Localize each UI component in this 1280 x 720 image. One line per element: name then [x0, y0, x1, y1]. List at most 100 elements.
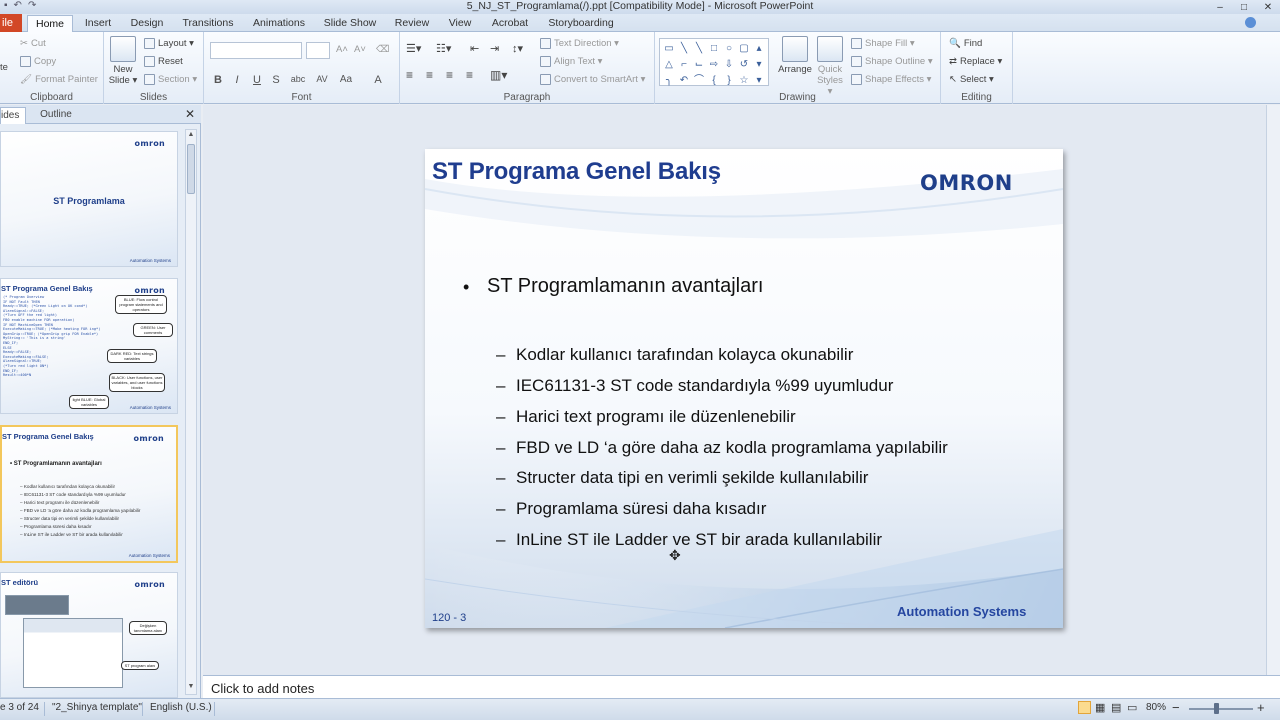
brace-right-shape-icon[interactable]: }	[722, 73, 736, 88]
tab-outline-pane[interactable]: Outline	[34, 107, 78, 124]
line2-shape-icon[interactable]: ╲	[692, 41, 706, 56]
curve-a-shape-icon[interactable]: ╮	[662, 73, 676, 88]
brace-left-shape-icon[interactable]: {	[707, 73, 721, 88]
more-shape-icon[interactable]: ▴	[752, 41, 766, 56]
connector-shape-icon[interactable]: ⌐	[677, 57, 691, 72]
notes-pane[interactable]: Click to add notes	[203, 675, 1280, 698]
slide-thumbnail-1[interactable]: omron ST Programlama Automation Systems	[0, 131, 178, 267]
shape-outline-button[interactable]: Shape Outline ▾	[851, 56, 933, 67]
curve-c-shape-icon[interactable]: ⌒	[692, 73, 706, 88]
shapes-gallery[interactable]: ▭ ╲ ╲ □ ○ ▢ ▴ △ ⌐ ⌙ ⇨ ⇩ ↺ ▾ ╮ ↶ ⌒ { } ☆ …	[659, 38, 769, 86]
justify-button[interactable]: ≡	[466, 68, 473, 82]
elbow-shape-icon[interactable]: ⌙	[692, 57, 706, 72]
close-window-button[interactable]: ✕	[1256, 0, 1280, 14]
oval-shape-icon[interactable]: ○	[722, 41, 736, 56]
replace-button[interactable]: ⇄ Replace ▾	[949, 56, 1002, 67]
current-slide[interactable]: ST Programa Genel Bakış OMRON • ST Progr…	[425, 149, 1063, 628]
tab-animations[interactable]: Animations	[248, 15, 310, 32]
change-case-button[interactable]: Aa	[336, 74, 356, 85]
slide-thumbnail-2[interactable]: ST Programa Genel Bakış omron (* Program…	[0, 278, 178, 414]
font-size-combo[interactable]	[306, 42, 330, 59]
tab-review[interactable]: Review	[390, 15, 434, 32]
arrow-right-shape-icon[interactable]: ⇨	[707, 57, 721, 72]
tab-storyboarding[interactable]: Storyboarding	[544, 15, 618, 32]
scroll-down-shape-icon[interactable]: ▾	[752, 57, 766, 72]
bullets-button[interactable]: ☰▾	[406, 42, 421, 55]
convert-smartart-button[interactable]: Convert to SmartArt ▾	[540, 74, 645, 85]
shape-fill-button[interactable]: Shape Fill ▾	[851, 38, 915, 49]
new-slide-button[interactable]: New Slide ▾	[108, 36, 138, 86]
slide-sorter-icon[interactable]: ▦	[1095, 701, 1105, 714]
format-painter-button[interactable]: 🖌 Format Painter	[20, 74, 98, 85]
slide-thumbnail-3[interactable]: ST Programa Genel Bakış omron • ST Progr…	[0, 425, 178, 563]
slideshow-icon[interactable]: ▭	[1127, 701, 1137, 714]
columns-button[interactable]: ▥▾	[490, 68, 507, 82]
align-left-button[interactable]: ≡	[406, 68, 413, 82]
copy-button[interactable]: Copy	[20, 56, 56, 67]
slide-sub-item[interactable]: Harici text programı ile düzenlenebilir	[516, 407, 796, 427]
underline-button[interactable]: U	[249, 74, 265, 86]
triangle-shape-icon[interactable]: △	[662, 57, 676, 72]
shadow-button[interactable]: abc	[288, 74, 308, 84]
italic-button[interactable]: I	[229, 74, 245, 86]
reading-view-icon[interactable]: ▤	[1111, 701, 1121, 714]
minimize-button[interactable]: –	[1208, 0, 1232, 14]
rectangle-shape-icon[interactable]: □	[707, 41, 721, 56]
layout-button[interactable]: Layout ▾	[144, 38, 194, 49]
slide-title[interactable]: ST Programa Genel Bakış	[432, 158, 721, 186]
char-spacing-button[interactable]: AV	[312, 74, 332, 84]
clear-format-button[interactable]: ⌫	[376, 44, 389, 55]
slide-thumbnail-4[interactable]: ST editörü omron Değişken tanımlama alan…	[0, 572, 178, 698]
slide-sub-item[interactable]: Structer data tipi en verimli şekilde ku…	[516, 468, 868, 488]
star-shape-icon[interactable]: ☆	[737, 73, 751, 88]
grow-font-button[interactable]: A˄	[336, 44, 348, 55]
reset-button[interactable]: Reset	[144, 56, 183, 67]
tab-insert[interactable]: Insert	[78, 15, 118, 32]
language-indicator[interactable]: English (U.S.)	[150, 702, 212, 713]
scroll-up-icon[interactable]: ▲	[186, 131, 196, 141]
textbox-shape-icon[interactable]: ▭	[662, 41, 676, 56]
cut-button[interactable]: ✂ Cut	[20, 38, 46, 49]
shape-effects-button[interactable]: Shape Effects ▾	[851, 74, 931, 85]
close-pane-icon[interactable]: ✕	[185, 107, 195, 121]
align-center-button[interactable]: ≡	[426, 68, 433, 82]
rounded-rect-shape-icon[interactable]: ▢	[737, 41, 751, 56]
scroll-down-icon[interactable]: ▼	[186, 683, 196, 693]
font-color-button[interactable]: A	[370, 74, 386, 86]
decrease-indent-button[interactable]: ⇤	[470, 42, 479, 55]
quick-styles-button[interactable]: Quick Styles ▾	[815, 36, 845, 97]
tab-view[interactable]: View	[444, 15, 476, 32]
help-icon[interactable]	[1245, 17, 1256, 28]
text-direction-button[interactable]: Text Direction ▾	[540, 38, 619, 49]
bold-button[interactable]: B	[210, 74, 226, 86]
tab-slide-show[interactable]: Slide Show	[320, 15, 380, 32]
scroll-thumb[interactable]	[187, 144, 195, 194]
tab-home[interactable]: Home	[27, 15, 73, 32]
slide-sub-item[interactable]: FBD ve LD ‘a göre daha az kodla programl…	[516, 438, 948, 458]
line-spacing-button[interactable]: ↕▾	[512, 42, 523, 55]
align-right-button[interactable]: ≡	[446, 68, 453, 82]
zoom-out-button[interactable]: −	[1172, 700, 1180, 715]
curve-shape-icon[interactable]: ↺	[737, 57, 751, 72]
zoom-slider-knob[interactable]	[1214, 703, 1219, 714]
main-scrollbar[interactable]	[1266, 105, 1280, 675]
line-shape-icon[interactable]: ╲	[677, 41, 691, 56]
section-button[interactable]: Section ▾	[144, 74, 197, 85]
slide-sub-item[interactable]: Programlama süresi daha kısadır	[516, 499, 766, 519]
font-family-combo[interactable]	[210, 42, 302, 59]
align-text-button[interactable]: Align Text ▾	[540, 56, 602, 67]
tab-acrobat[interactable]: Acrobat	[486, 15, 534, 32]
template-name[interactable]: "2_Shinya template"	[52, 702, 142, 713]
zoom-in-button[interactable]: +	[1257, 700, 1265, 715]
increase-indent-button[interactable]: ⇥	[490, 42, 499, 55]
tab-transitions[interactable]: Transitions	[178, 15, 238, 32]
slide-bullet[interactable]: ST Programlamanın avantajları	[487, 275, 763, 298]
notes-placeholder[interactable]: Click to add notes	[211, 681, 314, 696]
normal-view-icon[interactable]	[1078, 701, 1091, 714]
expand-gallery-icon[interactable]: ▾	[752, 73, 766, 88]
arrange-button[interactable]: Arrange	[777, 36, 813, 75]
select-button[interactable]: ↖ Select ▾	[949, 74, 994, 85]
find-button[interactable]: 🔍 Find	[949, 38, 982, 49]
numbering-button[interactable]: ☷▾	[436, 42, 451, 55]
maximize-button[interactable]: □	[1232, 0, 1256, 14]
